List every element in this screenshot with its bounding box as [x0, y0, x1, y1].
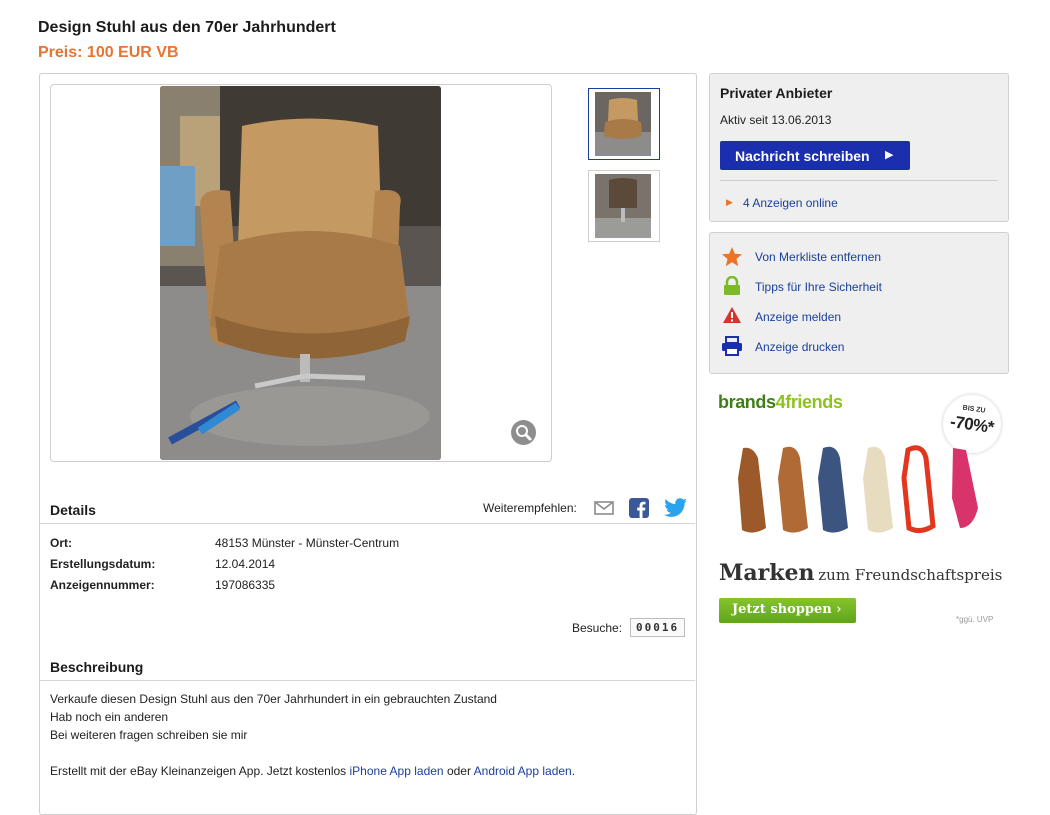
seller-divider — [720, 180, 998, 181]
description-heading: Beschreibung — [50, 659, 144, 675]
iphone-app-link[interactable]: iPhone App laden — [350, 764, 444, 778]
detail-value-location: 48153 Münster - Münster-Centrum — [215, 536, 400, 550]
detail-value-ad-number: 197086335 — [215, 578, 276, 592]
logo-suffix: 4friends — [775, 392, 843, 412]
description-line: Verkaufe diesen Design Stuhl aus den 70e… — [50, 692, 497, 706]
details-heading: Details — [50, 502, 96, 518]
printer-icon — [721, 336, 743, 359]
ad-footnote: *ggü. UVP — [956, 615, 994, 624]
listing-title: Design Stuhl aus den 70er Jahrhundert — [38, 19, 336, 36]
logo-prefix: brands — [718, 392, 776, 412]
main-photo[interactable] — [160, 86, 441, 460]
description-line: Hab noch ein anderen — [50, 710, 169, 724]
app-promo-suffix: . — [571, 764, 576, 778]
description-text: Verkaufe diesen Design Stuhl aus den 70e… — [50, 690, 575, 780]
detail-label-ad-number: Anzeigennummer: — [50, 578, 155, 592]
seller-active-since: Aktiv seit 13.06.2013 — [720, 113, 832, 127]
thumbnail-chair-back-image — [595, 174, 651, 238]
lock-icon — [723, 275, 741, 299]
visits-label: Besuche: — [572, 621, 623, 635]
ad-headline-small: zum Freundschaftspreis — [818, 566, 1003, 584]
visits-counter: 00016 — [630, 618, 686, 637]
seller-ads-link[interactable]: 4 Anzeigen online — [743, 196, 838, 210]
share-label: Weiterempfehlen: — [483, 501, 577, 515]
shoes-image[interactable] — [728, 438, 998, 541]
play-arrow-icon: ▶ — [885, 149, 894, 161]
arrow-right-icon: ▶ — [726, 197, 733, 207]
detail-label-created: Erstellungsdatum: — [50, 557, 156, 571]
thumbnail-chair-front-image — [595, 92, 651, 156]
thumbnail-1[interactable] — [588, 88, 660, 160]
seller-type: Privater Anbieter — [720, 85, 833, 101]
description-line: Bei weiteren fragen schreiben sie mir — [50, 728, 248, 742]
thumbnail-2[interactable] — [588, 170, 660, 242]
remove-from-watchlist-link[interactable]: Von Merkliste entfernen — [755, 250, 881, 264]
app-promo-prefix: Erstellt mit der eBay Kleinanzeigen App.… — [50, 764, 347, 778]
app-promo-mid: oder — [446, 764, 471, 778]
star-icon — [721, 246, 743, 271]
send-message-label: Nachricht schreiben — [735, 148, 870, 164]
listing-price: Preis: 100 EUR VB — [38, 44, 179, 61]
ad-headline: Marken zum Freundschaftspreis — [719, 560, 1002, 586]
send-message-button[interactable]: Nachricht schreiben ▶ — [720, 141, 910, 170]
warning-icon — [722, 306, 742, 327]
shop-now-button[interactable]: Jetzt shoppen › — [719, 598, 856, 623]
details-divider — [40, 523, 695, 524]
app-promo-line: Erstellt mit der eBay Kleinanzeigen App.… — [50, 762, 575, 780]
ad-headline-big: Marken — [719, 560, 815, 586]
android-app-link[interactable]: Android App laden — [474, 764, 572, 778]
description-divider — [40, 680, 695, 681]
report-ad-link[interactable]: Anzeige melden — [755, 310, 841, 324]
brands4friends-logo[interactable]: brands4friends — [718, 392, 843, 413]
twitter-icon[interactable] — [664, 498, 688, 521]
facebook-icon[interactable] — [629, 498, 649, 521]
detail-value-created: 12.04.2014 — [215, 557, 276, 571]
email-share-icon[interactable] — [594, 500, 614, 519]
detail-label-location: Ort: — [50, 536, 72, 550]
safety-tips-link[interactable]: Tipps für Ihre Sicherheit — [755, 280, 882, 294]
shop-now-label: Jetzt shoppen › — [732, 602, 842, 617]
print-ad-link[interactable]: Anzeige drucken — [755, 340, 844, 354]
zoom-icon[interactable] — [511, 420, 536, 445]
